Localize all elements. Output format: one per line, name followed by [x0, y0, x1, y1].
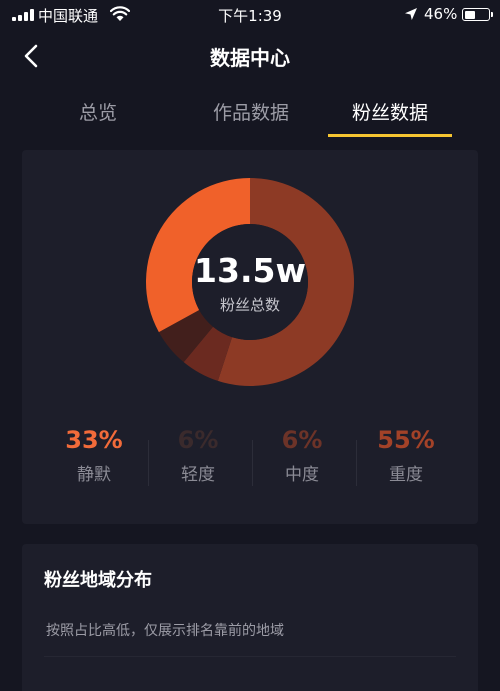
stat-light: 6% 轻度 [146, 426, 250, 485]
active-tab-indicator [328, 134, 452, 137]
divider [44, 656, 456, 657]
stat-heavy: 55% 重度 [354, 426, 458, 485]
battery-icon [462, 8, 493, 21]
stat-silent-percent: 33% [65, 426, 123, 454]
region-description: 按照占比高低，仅展示排名靠前的地域 [46, 623, 284, 639]
tab-fans-data[interactable]: 粉丝数据 [335, 98, 445, 125]
fans-activity-stats: 33% 静默 6% 轻度 6% 中度 55% 重度 [22, 426, 478, 496]
region-title: 粉丝地域分布 [44, 570, 152, 591]
fans-overview-card: 13.5w 粉丝总数 33% 静默 6% 轻度 6% 中度 55% 重度 [22, 150, 478, 524]
fans-total-label: 粉丝总数 [219, 296, 280, 314]
fans-region-section: 粉丝地域分布 按照占比高低，仅展示排名靠前的地域 [22, 544, 478, 691]
stat-light-label: 轻度 [181, 465, 215, 485]
stat-medium: 6% 中度 [250, 426, 354, 485]
stat-heavy-percent: 55% [377, 426, 435, 454]
fans-total-value: 13.5w [194, 251, 306, 290]
battery-percent: 46% [424, 5, 458, 23]
nav-header: 数据中心 [0, 30, 500, 82]
tab-works-data[interactable]: 作品数据 [196, 98, 306, 125]
tab-overview[interactable]: 总览 [58, 98, 138, 125]
stat-heavy-label: 重度 [389, 465, 423, 485]
page-title: 数据中心 [210, 46, 290, 70]
status-bar: 中国联通 下午1:39 46% [0, 0, 500, 30]
stat-silent: 33% 静默 [42, 426, 146, 485]
stat-light-percent: 6% [177, 426, 219, 454]
stat-silent-label: 静默 [77, 465, 111, 485]
location-arrow-icon [405, 8, 417, 20]
stat-medium-label: 中度 [285, 465, 319, 485]
tab-bar: 总览 作品数据 粉丝数据 [0, 86, 500, 138]
stat-medium-percent: 6% [281, 426, 323, 454]
